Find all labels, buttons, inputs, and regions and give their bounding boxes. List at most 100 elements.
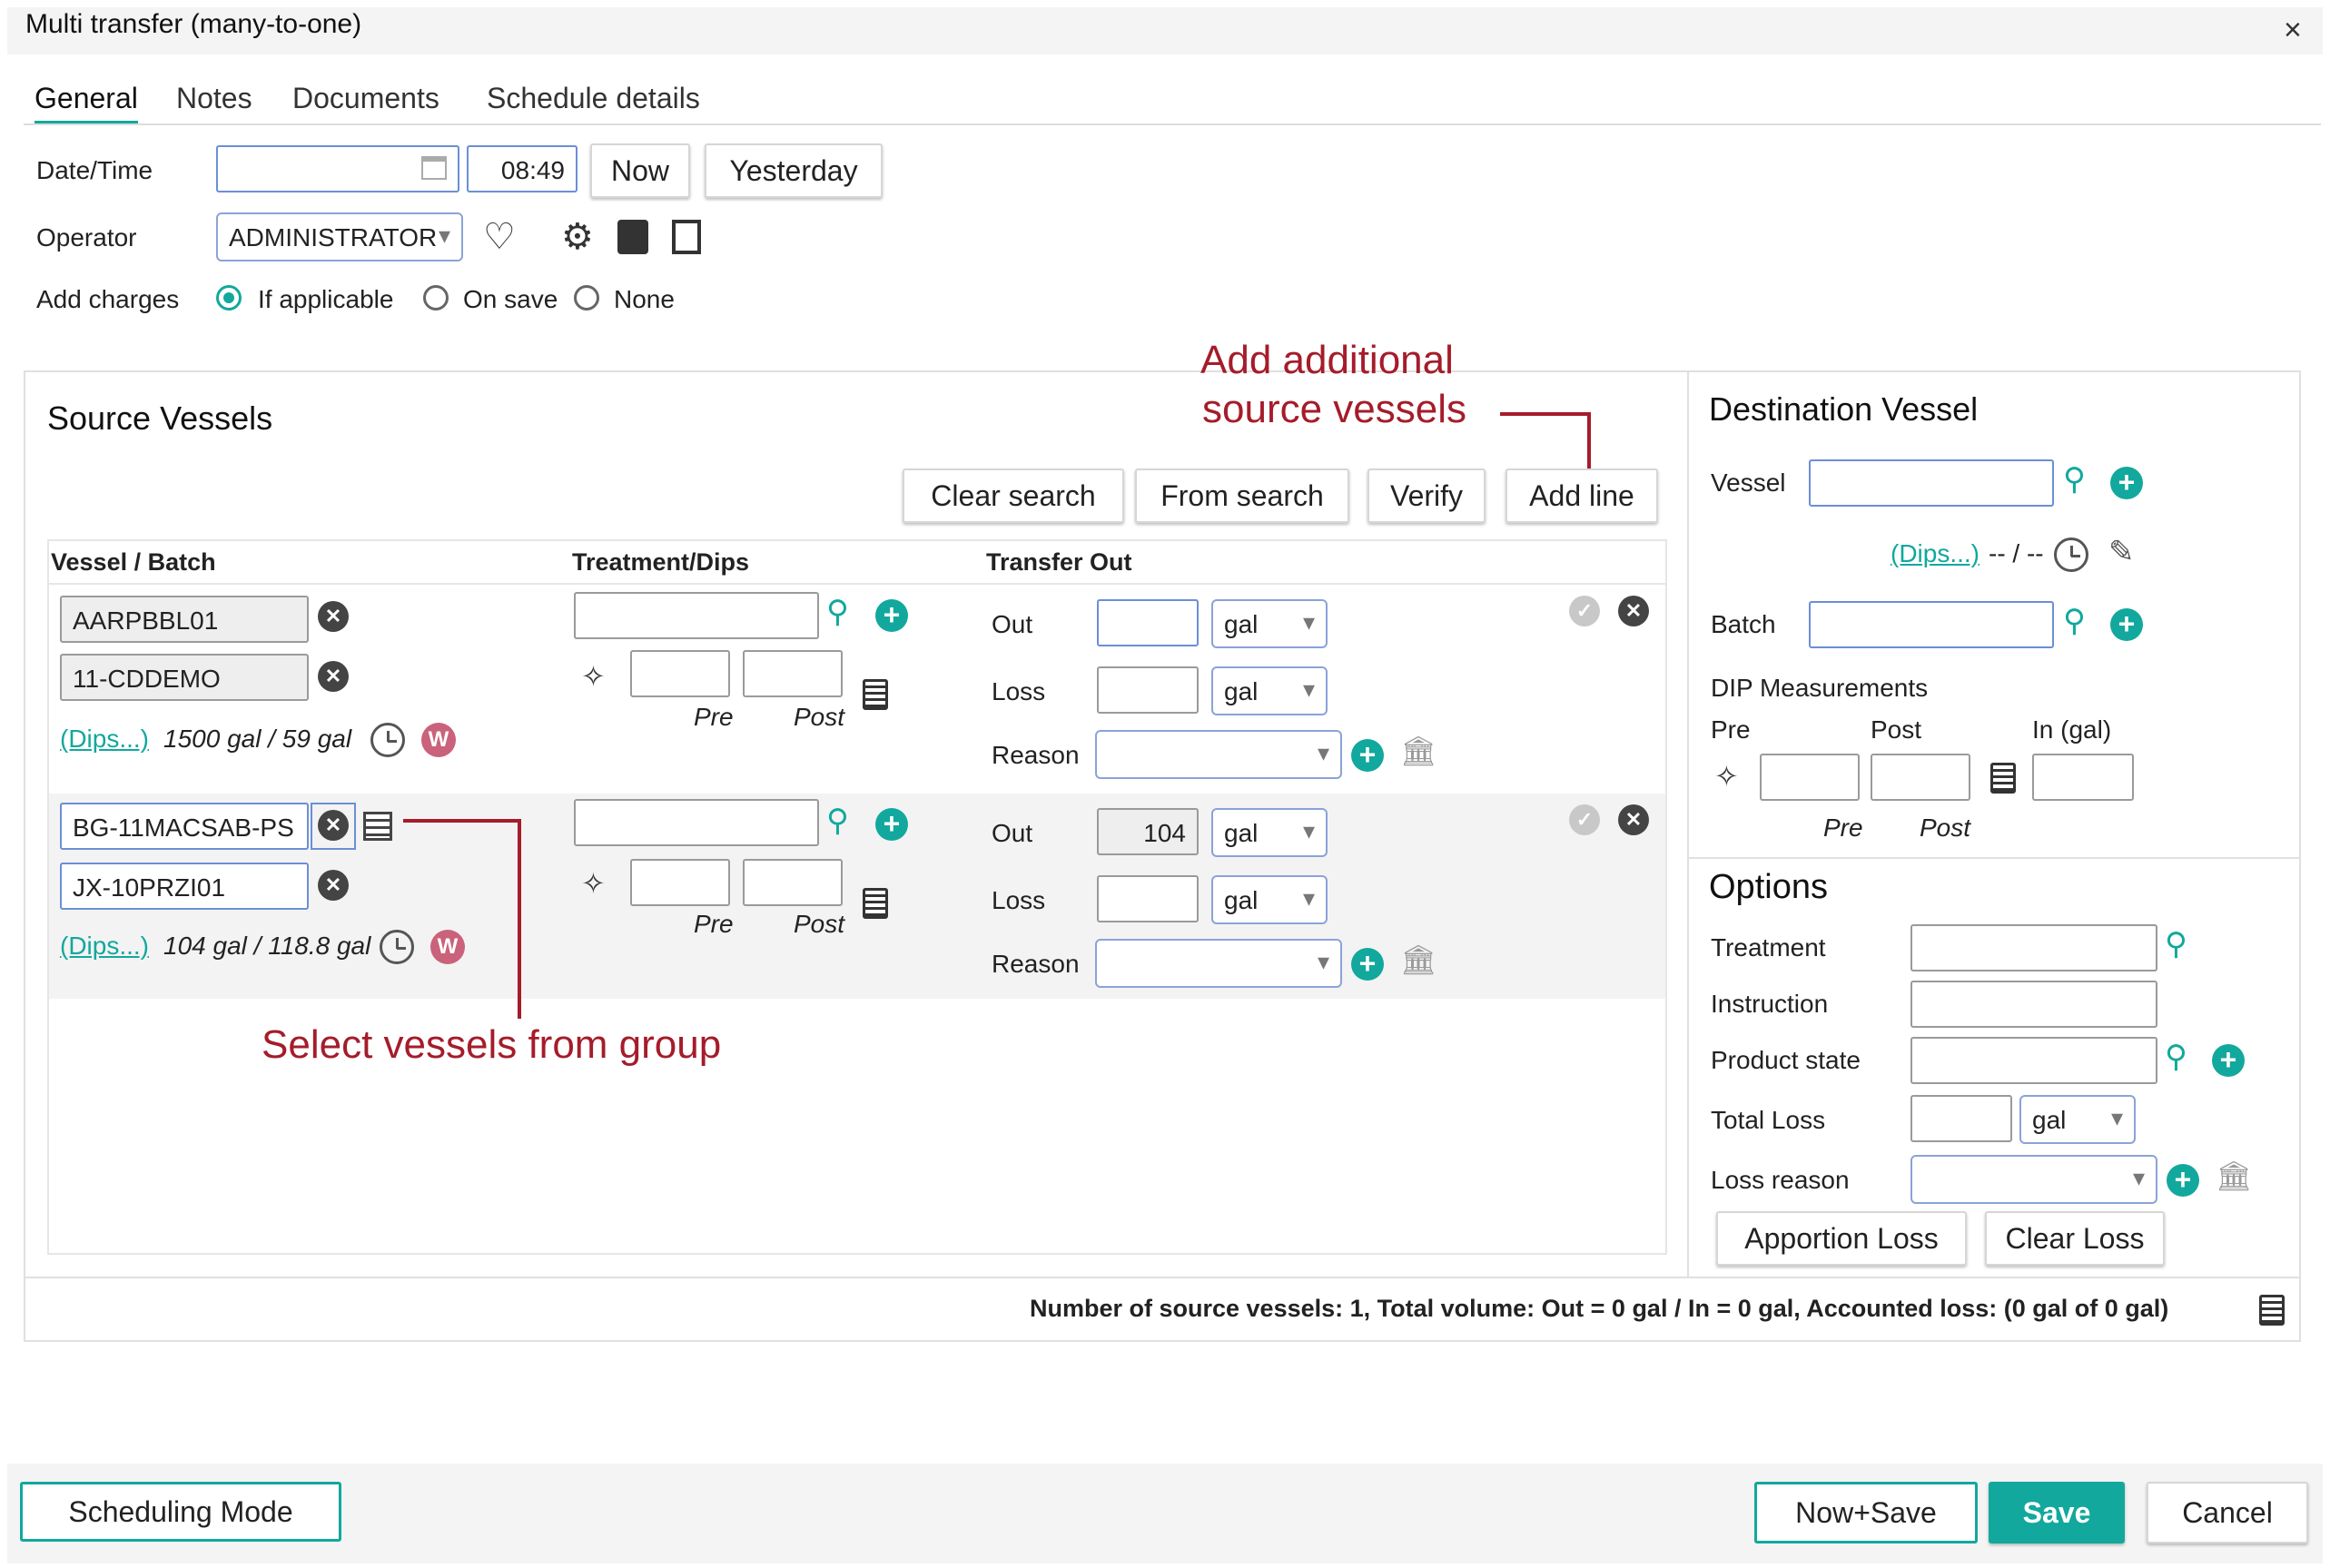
remove-icon[interactable]: ✕ (318, 870, 349, 901)
clock-icon[interactable] (380, 930, 414, 964)
total-loss-unit-select[interactable]: gal (2019, 1095, 2136, 1144)
out-unit-select[interactable]: gal (1211, 599, 1328, 648)
wand-icon[interactable]: ✧ (581, 659, 606, 694)
search-icon[interactable]: ⚲ (2063, 603, 2086, 639)
tab-general[interactable]: General (35, 82, 138, 124)
remove-icon[interactable]: ✕ (318, 810, 349, 841)
search-icon[interactable]: ⚲ (826, 803, 849, 839)
search-icon[interactable]: ⚲ (826, 594, 849, 630)
add-icon[interactable]: + (2212, 1044, 2245, 1077)
batch-input[interactable]: 11-CDDEMO (60, 654, 309, 701)
search-icon[interactable]: ⚲ (2063, 461, 2086, 498)
add-icon[interactable]: + (875, 599, 908, 632)
search-icon[interactable]: ⚲ (2165, 926, 2187, 962)
add-line-button[interactable]: Add line (1506, 468, 1658, 523)
bank-icon[interactable]: 🏛 (2216, 1159, 2253, 1193)
w-badge-icon[interactable]: W (421, 723, 456, 757)
from-search-button[interactable]: From search (1135, 468, 1349, 523)
dest-dips-link[interactable]: (Dips...) (1891, 539, 1980, 568)
treatment-input[interactable] (574, 799, 819, 846)
wand-icon[interactable]: ✧ (1714, 759, 1739, 794)
yesterday-button[interactable]: Yesterday (705, 143, 883, 198)
add-icon[interactable]: + (1351, 948, 1384, 981)
close-icon[interactable]: × (2284, 13, 2302, 48)
check-icon[interactable]: ✓ (1569, 596, 1600, 626)
remove-icon[interactable]: ✕ (1618, 804, 1649, 835)
tab-schedule-details[interactable]: Schedule details (487, 82, 700, 115)
cancel-button[interactable]: Cancel (2147, 1482, 2308, 1543)
remove-icon[interactable]: ✕ (1618, 596, 1649, 626)
operator-select[interactable]: ADMINISTRATOR (216, 212, 463, 261)
document-icon[interactable] (672, 220, 701, 254)
dest-pre-input[interactable] (1760, 754, 1860, 801)
clear-loss-button[interactable]: Clear Loss (1985, 1211, 2165, 1266)
loss-unit-select[interactable]: gal (1211, 666, 1328, 715)
post-dip-input[interactable] (743, 650, 843, 697)
add-icon[interactable]: + (2110, 467, 2143, 499)
vessel-input[interactable]: BG-11MACSAB-PS (60, 803, 309, 850)
loss-input[interactable] (1097, 875, 1199, 922)
post-dip-input[interactable] (743, 859, 843, 906)
w-badge-icon[interactable]: W (430, 930, 465, 964)
total-loss-input[interactable] (1910, 1095, 2012, 1142)
batch-input[interactable]: JX-10PRZI01 (60, 863, 309, 910)
remove-icon[interactable]: ✕ (318, 661, 349, 692)
vessel-input[interactable]: AARPBBL01 (60, 596, 309, 643)
radio-none[interactable] (574, 285, 599, 311)
radio-on-save[interactable] (423, 285, 449, 311)
clear-search-button[interactable]: Clear search (903, 468, 1124, 523)
add-icon[interactable]: + (2110, 608, 2143, 641)
reason-select[interactable] (1095, 939, 1342, 988)
option-treatment-input[interactable] (1910, 924, 2157, 971)
calculator-icon[interactable] (863, 888, 888, 919)
treatment-input[interactable] (574, 592, 819, 639)
radio-if-applicable[interactable] (216, 285, 242, 311)
time-input[interactable]: 08:49 (467, 145, 578, 192)
gear-icon[interactable]: ⚙ (561, 216, 594, 258)
clock-icon[interactable] (370, 723, 405, 757)
tab-notes[interactable]: Notes (176, 82, 252, 115)
pen-icon[interactable]: ✎ (2108, 534, 2135, 570)
loss-unit-select[interactable]: gal (1211, 875, 1328, 924)
calculator-icon[interactable] (1990, 763, 2016, 794)
wand-icon[interactable]: ✧ (581, 866, 606, 901)
now-save-button[interactable]: Now+Save (1754, 1482, 1978, 1543)
dest-post-input[interactable] (1871, 754, 1970, 801)
instruction-input[interactable] (1910, 981, 2157, 1028)
dest-vessel-input[interactable] (1809, 459, 2054, 507)
dest-batch-input[interactable] (1809, 601, 2054, 648)
pre-dip-input[interactable] (630, 859, 730, 906)
pre-dip-input[interactable] (630, 650, 730, 697)
loss-input[interactable] (1097, 666, 1199, 714)
scheduling-mode-button[interactable]: Scheduling Mode (20, 1482, 341, 1542)
calculator-icon[interactable] (2259, 1295, 2285, 1326)
tab-documents[interactable]: Documents (292, 82, 439, 115)
dips-link[interactable]: (Dips...) (60, 932, 149, 961)
clock-icon[interactable] (2054, 537, 2088, 572)
calculator-icon[interactable] (863, 679, 888, 710)
add-icon[interactable]: + (2167, 1164, 2199, 1197)
contact-card-icon[interactable] (617, 220, 648, 254)
verify-button[interactable]: Verify (1367, 468, 1486, 523)
dest-in-input[interactable] (2032, 754, 2134, 801)
add-icon[interactable]: + (1351, 739, 1384, 772)
dips-link[interactable]: (Dips...) (60, 725, 149, 754)
add-icon[interactable]: + (875, 808, 908, 841)
out-input[interactable] (1097, 599, 1199, 646)
remove-icon[interactable]: ✕ (318, 601, 349, 632)
loss-reason-select[interactable] (1910, 1155, 2157, 1204)
bank-icon[interactable]: 🏛 (1400, 734, 1437, 768)
heart-icon[interactable]: ♡ (483, 216, 516, 258)
now-button[interactable]: Now (590, 143, 690, 198)
list-icon[interactable] (363, 812, 392, 841)
reason-select[interactable] (1095, 730, 1342, 779)
search-icon[interactable]: ⚲ (2165, 1039, 2187, 1075)
check-icon[interactable]: ✓ (1569, 804, 1600, 835)
save-button[interactable]: Save (1989, 1482, 2125, 1543)
out-unit-select[interactable]: gal (1211, 808, 1328, 857)
apportion-loss-button[interactable]: Apportion Loss (1716, 1211, 1967, 1266)
product-state-input[interactable] (1910, 1037, 2157, 1084)
bank-icon[interactable]: 🏛 (1400, 942, 1437, 977)
calendar-icon[interactable] (421, 156, 447, 180)
out-input[interactable]: 104 (1097, 808, 1199, 855)
